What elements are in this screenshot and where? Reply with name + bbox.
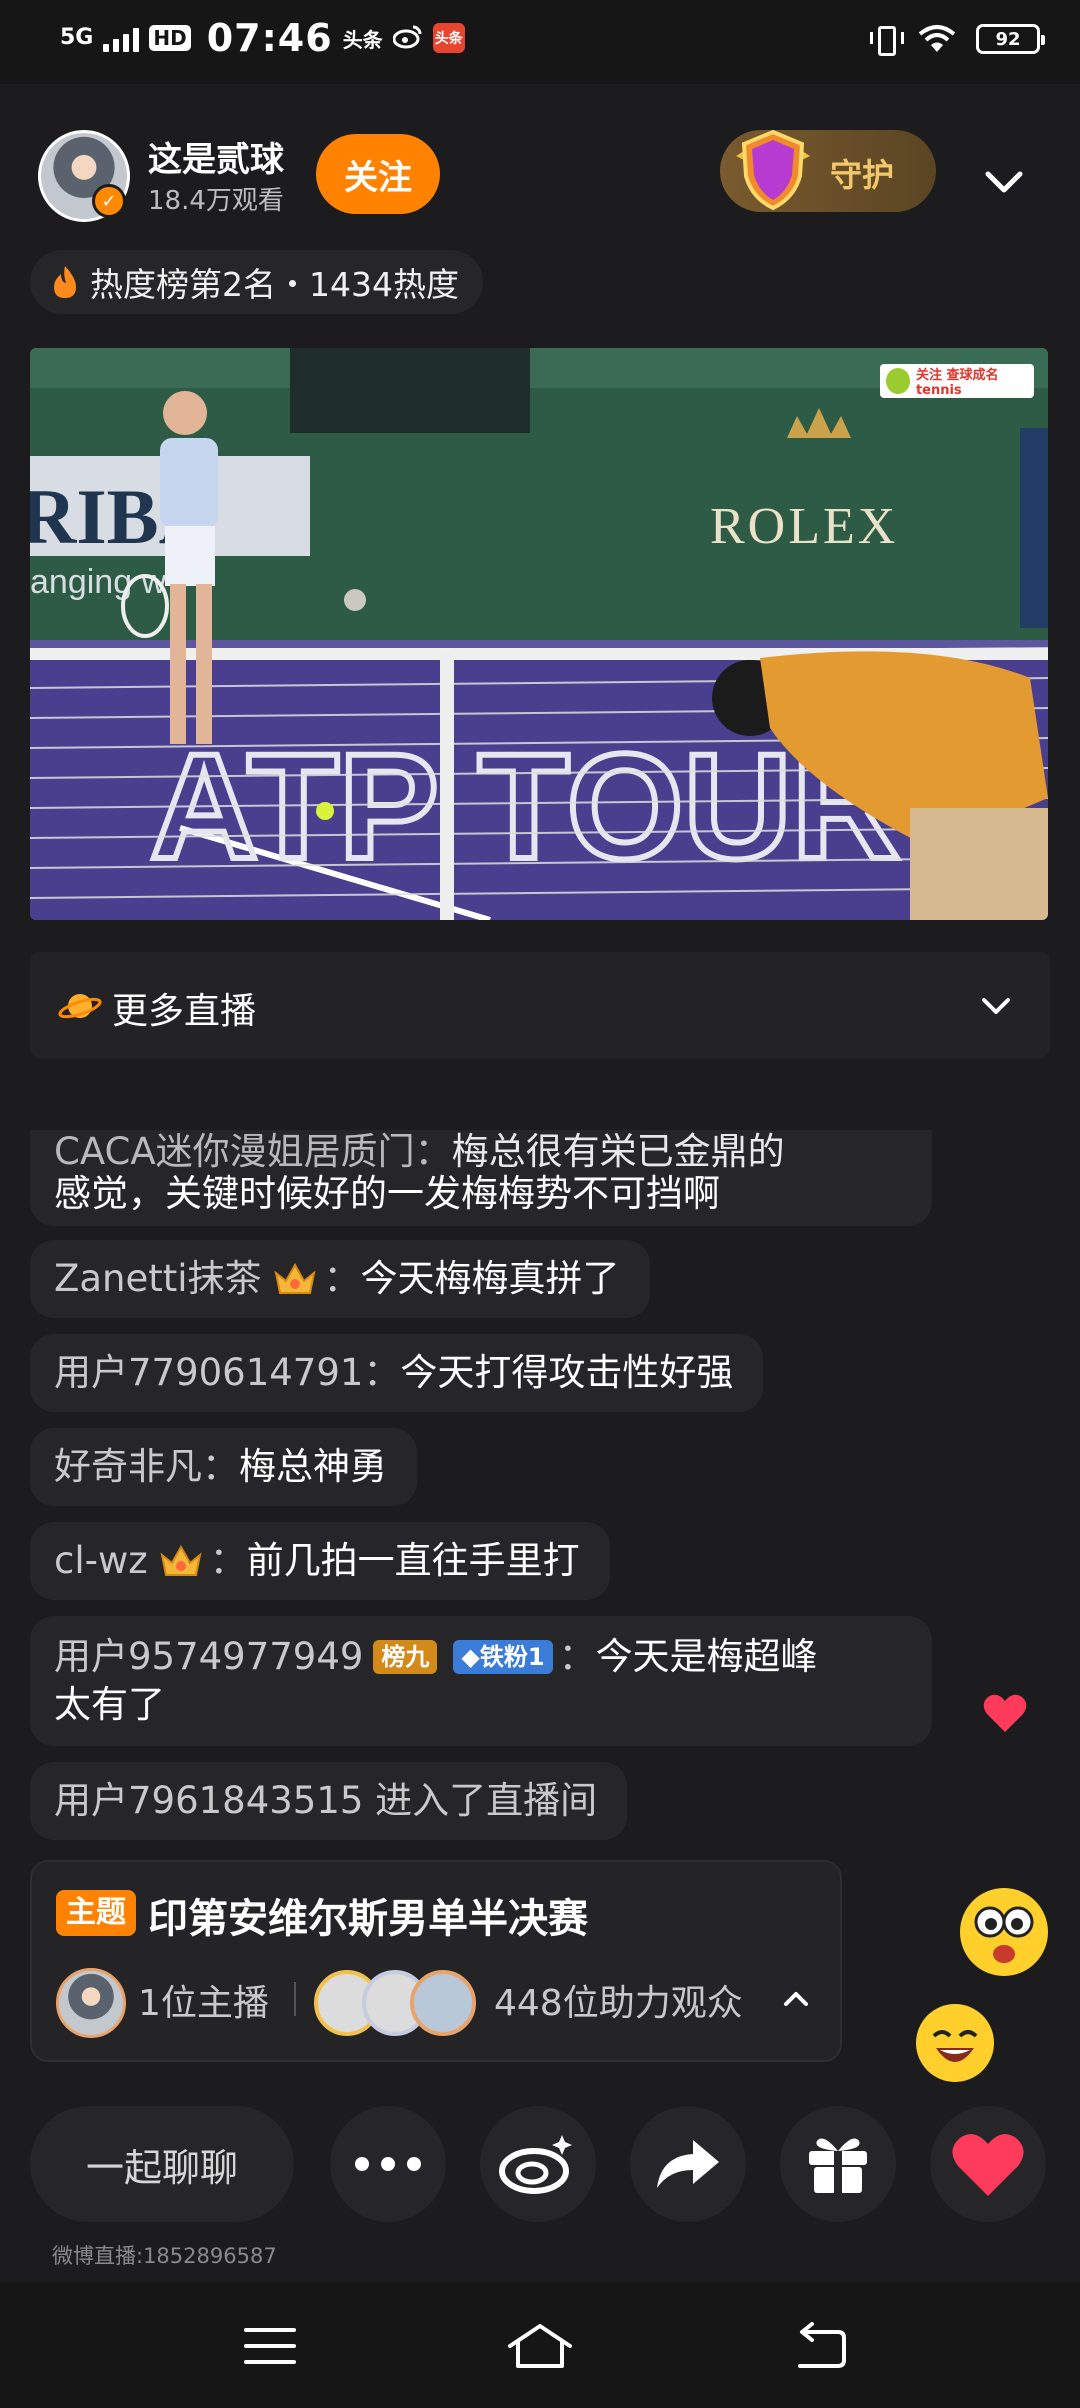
flame-icon <box>54 266 76 298</box>
view-count: 18.4万观看 <box>148 186 284 216</box>
video-watermark: 关注 查球成名tennis <box>880 364 1034 398</box>
chevron-down-icon <box>982 998 1010 1014</box>
heat-rank-text: 热度榜第2名・1434热度 <box>90 265 459 304</box>
hd-icon: HD <box>149 25 191 51</box>
clock: 07:46 <box>206 16 333 60</box>
host-name[interactable]: 这是贰球 <box>148 132 284 181</box>
guard-shield-icon <box>736 129 810 211</box>
surprised-emoji-icon <box>960 1888 1048 1976</box>
vibrate-icon <box>870 24 904 56</box>
system-nav-bar <box>0 2282 1080 2408</box>
chat-message: Zanetti抹茶 ： 今天梅梅真拼了 <box>30 1240 650 1318</box>
laughing-emoji-icon <box>916 2004 994 2082</box>
topic-tag: 主题 <box>56 1890 136 1936</box>
host-avatar <box>56 1968 126 2038</box>
weibo-icon <box>499 2135 572 2194</box>
chat-message: CACA迷你漫姐居质门：梅总很有栄已金鼎的 感觉，关键时候好的一发梅梅势不可挡啊 <box>30 1130 932 1226</box>
topic-card[interactable]: 主题 印第安维尔斯男单半决赛 1位主播 448位助力观众 <box>30 1860 842 2062</box>
more-button[interactable] <box>330 2106 446 2222</box>
heat-rank-badge[interactable]: 热度榜第2名・1434热度 <box>30 250 483 314</box>
back-icon[interactable] <box>790 2316 850 2376</box>
chat-message: 用户7790614791： 今天打得攻击性好强 <box>30 1334 764 1412</box>
network-type: 5G <box>60 25 94 50</box>
gift-icon <box>809 2138 867 2193</box>
live-header: ✓ 这是贰球 18.4万观看 关注 守护 热度榜第2名・1434热度 <box>0 84 1080 344</box>
planet-icon <box>58 994 102 1019</box>
verified-icon: ✓ <box>92 184 126 218</box>
chat-message: 用户9574977949 榜九 ◆铁粉1 ： 今天是梅超峰 太有了 <box>30 1616 932 1746</box>
more-icon <box>355 2157 421 2171</box>
wifi-icon <box>918 24 956 54</box>
home-icon[interactable] <box>504 2316 576 2376</box>
follow-button[interactable]: 关注 <box>316 134 440 214</box>
weibo-share-button[interactable] <box>480 2106 596 2222</box>
topic-title: 印第安维尔斯男单半决赛 <box>148 1896 588 1942</box>
heart-icon <box>952 2134 1024 2196</box>
floating-heart-icon <box>983 1694 1027 1732</box>
chevron-down-icon[interactable] <box>982 160 1026 204</box>
battery-icon: 92 <box>976 24 1045 54</box>
rank-badge: 榜九 <box>373 1640 438 1674</box>
divider <box>294 1982 296 2016</box>
share-icon <box>657 2140 719 2188</box>
menu-icon[interactable] <box>240 2316 300 2376</box>
more-live-bar[interactable]: 更多直播 <box>30 952 1050 1058</box>
tennis-court-scene: RIBA anging w ROLEX ATP TOUR <box>30 348 1048 920</box>
toutiao-app-icon: 头条 <box>432 23 465 53</box>
host-count: 1位主播 <box>138 1983 269 2024</box>
fan-level-badge: ◆铁粉1 <box>453 1640 553 1674</box>
chat-feed[interactable]: CACA迷你漫姐居质门：梅总很有栄已金鼎的 感觉，关键时候好的一发梅梅势不可挡啊… <box>0 1130 1080 1850</box>
toutiao-mini-icon: 头条 <box>342 27 383 52</box>
chat-input-button[interactable]: 一起聊聊 <box>30 2106 294 2222</box>
guard-label: 守护 <box>830 156 895 194</box>
status-bar: 5G HD 07:46 头条 头条 92 <box>0 0 1080 84</box>
svg-text:anging w: anging w <box>30 563 167 601</box>
signal-icon <box>103 24 140 52</box>
chat-join-notice: 用户7961843515 进入了直播间 <box>30 1762 628 1840</box>
chat-message: 好奇非凡： 梅总神勇 <box>30 1428 417 1506</box>
crown-icon <box>274 1262 316 1294</box>
chevron-up-icon[interactable] <box>780 1982 812 2014</box>
fan-avatar <box>410 1970 476 2036</box>
share-button[interactable] <box>630 2106 746 2222</box>
crown-icon <box>160 1544 202 1576</box>
guard-button[interactable]: 守护 <box>720 129 936 212</box>
svg-text:ROLEX: ROLEX <box>710 498 898 555</box>
weibo-mini-icon <box>392 23 423 54</box>
more-live-label: 更多直播 <box>112 991 257 1032</box>
like-button[interactable] <box>930 2106 1046 2222</box>
live-video-player[interactable]: RIBA anging w ROLEX ATP TOUR 关注 查球成名tenn… <box>30 348 1048 920</box>
gift-button[interactable] <box>780 2106 896 2222</box>
chat-message: cl-wz ： 前几拍一直往手里打 <box>30 1522 610 1600</box>
room-id: 微博直播:1852896587 <box>52 2244 277 2268</box>
supporter-count: 448位助力观众 <box>494 1983 743 2024</box>
